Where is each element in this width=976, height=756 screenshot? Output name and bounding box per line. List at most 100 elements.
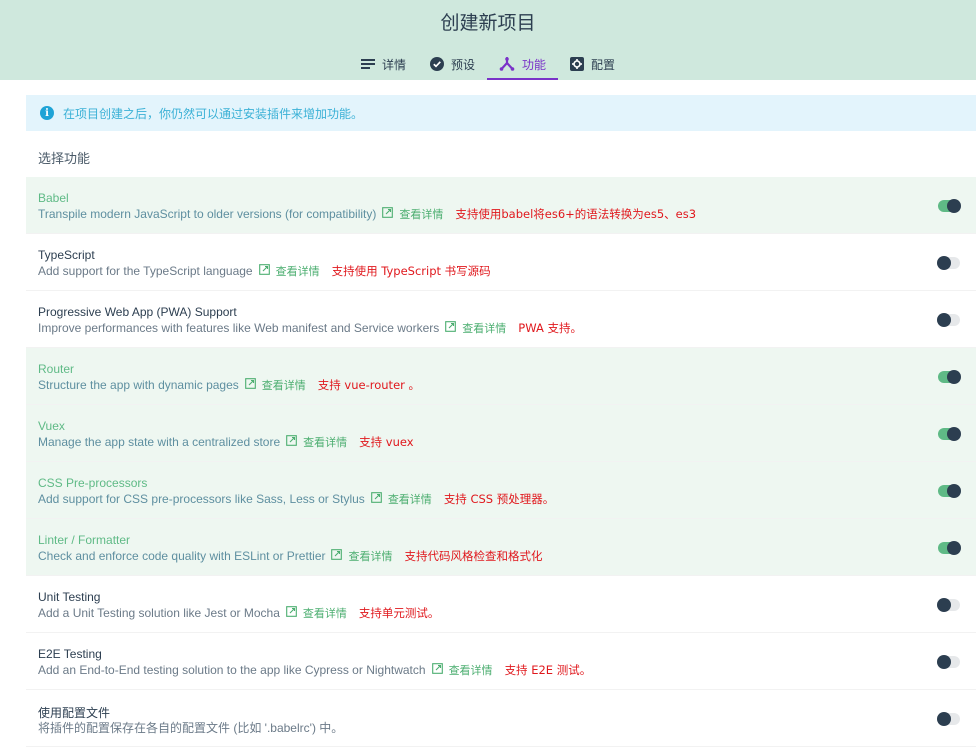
- annotation-note: PWA 支持。: [518, 321, 582, 335]
- feature-toggle[interactable]: [937, 712, 960, 726]
- external-link-icon[interactable]: [431, 663, 443, 677]
- feature-toggle[interactable]: [937, 598, 960, 612]
- settings-box-icon: [570, 57, 585, 71]
- feature-row[interactable]: E2E Testing Add an End-to-End testing sol…: [26, 633, 976, 690]
- feature-name: Vuex: [38, 419, 65, 433]
- feature-name: Linter / Formatter: [38, 533, 131, 547]
- external-link-icon[interactable]: [331, 549, 343, 563]
- feature-description: Add support for the TypeScript language 查…: [38, 263, 491, 279]
- feature-description: Add support for CSS pre-processors like …: [38, 491, 554, 507]
- feature-description-text: 将插件的配置保存在各自的配置文件 (比如 '.babelrc') 中。: [38, 721, 344, 735]
- info-icon: i: [40, 106, 54, 120]
- feature-description-text: Add a Unit Testing solution like Jest or…: [38, 606, 280, 620]
- feature-name: CSS Pre-processors: [38, 476, 148, 490]
- feature-toggle[interactable]: [938, 427, 961, 441]
- feature-row[interactable]: Unit Testing Add a Unit Testing solution …: [26, 576, 976, 633]
- annotation-note: 支持使用babel将es6+的语法转换为es5、es3: [455, 207, 697, 221]
- annotation-note: 支持单元测试。: [358, 606, 440, 620]
- annotation-note: 支持使用 TypeScript 书写源码: [331, 264, 491, 278]
- view-details-link[interactable]: 查看详情: [388, 491, 432, 507]
- list-icon: [360, 58, 375, 70]
- feature-description: Structure the app with dynamic pages 查看详情…: [38, 377, 420, 393]
- feature-description-text: Structure the app with dynamic pages: [38, 378, 239, 392]
- check-circle-icon: [429, 57, 444, 71]
- feature-row[interactable]: Vuex Manage the app state with a centrali…: [26, 405, 976, 462]
- tab-label: 预设: [450, 57, 475, 72]
- feature-description-text: Check and enforce code quality with ESLi…: [38, 549, 326, 563]
- feature-description: Improve performances with features like …: [38, 320, 582, 336]
- fork-icon: [499, 57, 515, 71]
- toggle-knob: [937, 655, 951, 669]
- tab-label: 功能: [522, 57, 547, 72]
- feature-toggle[interactable]: [937, 256, 960, 270]
- feature-name: Progressive Web App (PWA) Support: [38, 305, 237, 319]
- annotation-note: 支持代码风格检查和格式化: [404, 549, 543, 563]
- external-link-icon[interactable]: [286, 435, 298, 449]
- view-details-link[interactable]: 查看详情: [348, 548, 392, 564]
- tab-config[interactable]: 配置: [558, 50, 627, 78]
- tab-details[interactable]: 详情: [349, 50, 418, 78]
- feature-description: Manage the app state with a centralized …: [38, 434, 414, 450]
- tab-features[interactable]: 功能: [487, 50, 559, 80]
- feature-row[interactable]: Babel Transpile modern JavaScript to olde…: [26, 177, 976, 234]
- feature-toggle[interactable]: [937, 313, 960, 327]
- feature-toggle[interactable]: [938, 199, 961, 213]
- feature-row[interactable]: Linter / Formatter Check and enforce code…: [26, 519, 976, 576]
- feature-description-text: Improve performances with features like …: [38, 321, 440, 335]
- feature-row[interactable]: CSS Pre-processors Add support for CSS pr…: [26, 462, 976, 519]
- feature-description-text: Transpile modern JavaScript to older ver…: [38, 207, 377, 221]
- toggle-knob: [937, 313, 951, 327]
- section-title: 选择功能: [38, 152, 91, 167]
- view-details-link[interactable]: 查看详情: [262, 377, 306, 393]
- view-details-link[interactable]: 查看详情: [303, 434, 347, 450]
- feature-name: Unit Testing: [38, 590, 101, 604]
- external-link-icon[interactable]: [445, 321, 457, 335]
- feature-row[interactable]: Router Structure the app with dynamic pag…: [26, 348, 976, 405]
- external-link-icon[interactable]: [286, 606, 297, 620]
- view-details-link[interactable]: 查看详情: [399, 206, 443, 222]
- view-details-link[interactable]: 查看详情: [303, 605, 347, 621]
- toggle-knob: [947, 199, 961, 213]
- toggle-knob: [937, 256, 951, 270]
- feature-row[interactable]: TypeScript Add support for the TypeScript…: [26, 234, 976, 291]
- annotation-note: 支持 E2E 测试。: [504, 663, 592, 677]
- feature-toggle[interactable]: [938, 370, 961, 384]
- info-notice: i 在项目创建之后，你仍然可以通过安装插件来增加功能。: [26, 95, 976, 131]
- header: 创建新项目 详情 预设 功能 配置: [0, 0, 976, 80]
- tab-label: 详情: [381, 57, 406, 72]
- feature-row[interactable]: 使用配置文件 将插件的配置保存在各自的配置文件 (比如 '.babelrc') 中…: [26, 690, 976, 747]
- external-link-icon[interactable]: [258, 264, 270, 278]
- feature-toggle[interactable]: [938, 484, 961, 498]
- feature-description-text: Add an End-to-End testing solution to th…: [38, 663, 426, 677]
- toggle-knob: [937, 712, 951, 726]
- toggle-knob: [947, 427, 961, 441]
- toggle-knob: [947, 484, 961, 498]
- notice-text: 在项目创建之后，你仍然可以通过安装插件来增加功能。: [63, 106, 364, 121]
- feature-description-text: Manage the app state with a centralized …: [38, 435, 281, 449]
- tab-label: 配置: [591, 57, 616, 72]
- feature-row[interactable]: Progressive Web App (PWA) Support Improve…: [26, 291, 976, 348]
- feature-description-text: Add support for CSS pre-processors like …: [38, 492, 365, 506]
- tab-presets[interactable]: 预设: [418, 50, 487, 78]
- annotation-note: 支持 CSS 预处理器。: [443, 492, 555, 506]
- toggle-knob: [947, 370, 961, 384]
- annotation-note: 支持 vue-router 。: [317, 378, 421, 392]
- feature-name: TypeScript: [38, 248, 95, 262]
- external-link-icon[interactable]: [244, 378, 256, 392]
- feature-toggle[interactable]: [937, 655, 960, 669]
- feature-description: Transpile modern JavaScript to older ver…: [38, 206, 696, 222]
- view-details-link[interactable]: 查看详情: [449, 662, 493, 678]
- feature-name: Router: [38, 362, 75, 376]
- feature-name: Babel: [38, 191, 69, 205]
- view-details-link[interactable]: 查看详情: [276, 263, 320, 279]
- feature-list: Babel Transpile modern JavaScript to olde…: [26, 177, 976, 747]
- feature-description: Add an End-to-End testing solution to th…: [38, 662, 591, 678]
- view-details-link[interactable]: 查看详情: [462, 320, 506, 336]
- feature-description-text: Add support for the TypeScript language: [38, 264, 253, 278]
- feature-toggle[interactable]: [938, 541, 961, 555]
- external-link-icon[interactable]: [382, 207, 394, 221]
- toggle-knob: [937, 598, 951, 612]
- external-link-icon[interactable]: [370, 492, 382, 506]
- toggle-knob: [947, 541, 961, 555]
- feature-name: E2E Testing: [38, 647, 102, 661]
